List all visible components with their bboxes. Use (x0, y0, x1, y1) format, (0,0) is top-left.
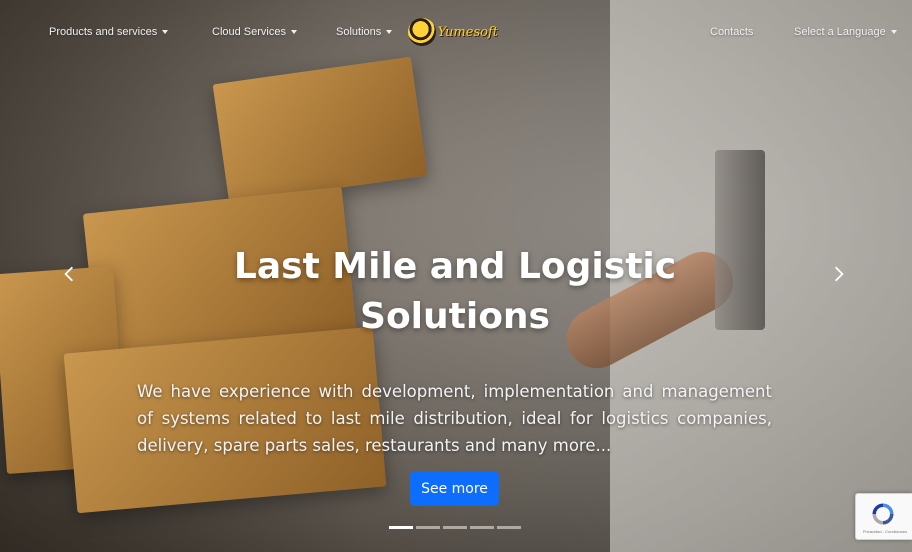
nav-products-and-services[interactable]: Products and services (49, 26, 169, 38)
caret-down-icon (290, 30, 297, 34)
nav-solutions[interactable]: Solutions (336, 26, 393, 38)
carousel-indicators (389, 526, 521, 529)
carousel-next-button[interactable] (827, 262, 851, 286)
slide-title: Last Mile and Logistic Solutions (233, 246, 677, 337)
nav-label: Select a Language (794, 26, 886, 38)
carousel-prev-button[interactable] (57, 262, 81, 286)
nav-label: Solutions (336, 26, 382, 38)
nav-contacts[interactable]: Contacts (710, 26, 753, 38)
background-box (212, 56, 428, 204)
bee-icon (408, 18, 436, 46)
nav-label: Cloud Services (212, 26, 286, 38)
brand-logo[interactable]: Yumesoft (408, 12, 498, 52)
nav-cloud-services[interactable]: Cloud Services (212, 26, 297, 38)
language-selector[interactable]: Select a Language (794, 26, 897, 38)
carousel-indicator[interactable] (389, 526, 413, 529)
caret-down-icon (386, 30, 393, 34)
caret-down-icon (162, 30, 169, 34)
logo-text: Yumesoft (437, 24, 498, 40)
slide-description: We have experience with development, imp… (137, 382, 772, 455)
carousel-indicator[interactable] (443, 526, 467, 529)
carousel-indicator[interactable] (497, 526, 521, 529)
carousel-indicator[interactable] (416, 526, 440, 529)
see-more-button[interactable]: See more (410, 471, 499, 506)
chevron-right-icon (834, 266, 844, 282)
top-navigation: Products and services Cloud Services Sol… (0, 0, 912, 66)
caret-down-icon (890, 30, 897, 34)
recaptcha-badge[interactable]: Privacidad - Condiciones (855, 493, 912, 540)
recaptcha-footer: Privacidad - Condiciones (862, 529, 908, 534)
nav-label: Contacts (710, 26, 754, 38)
chevron-left-icon (64, 266, 74, 282)
recaptcha-icon (872, 503, 894, 525)
nav-label: Products and services (49, 26, 158, 38)
carousel-indicator[interactable] (470, 526, 494, 529)
